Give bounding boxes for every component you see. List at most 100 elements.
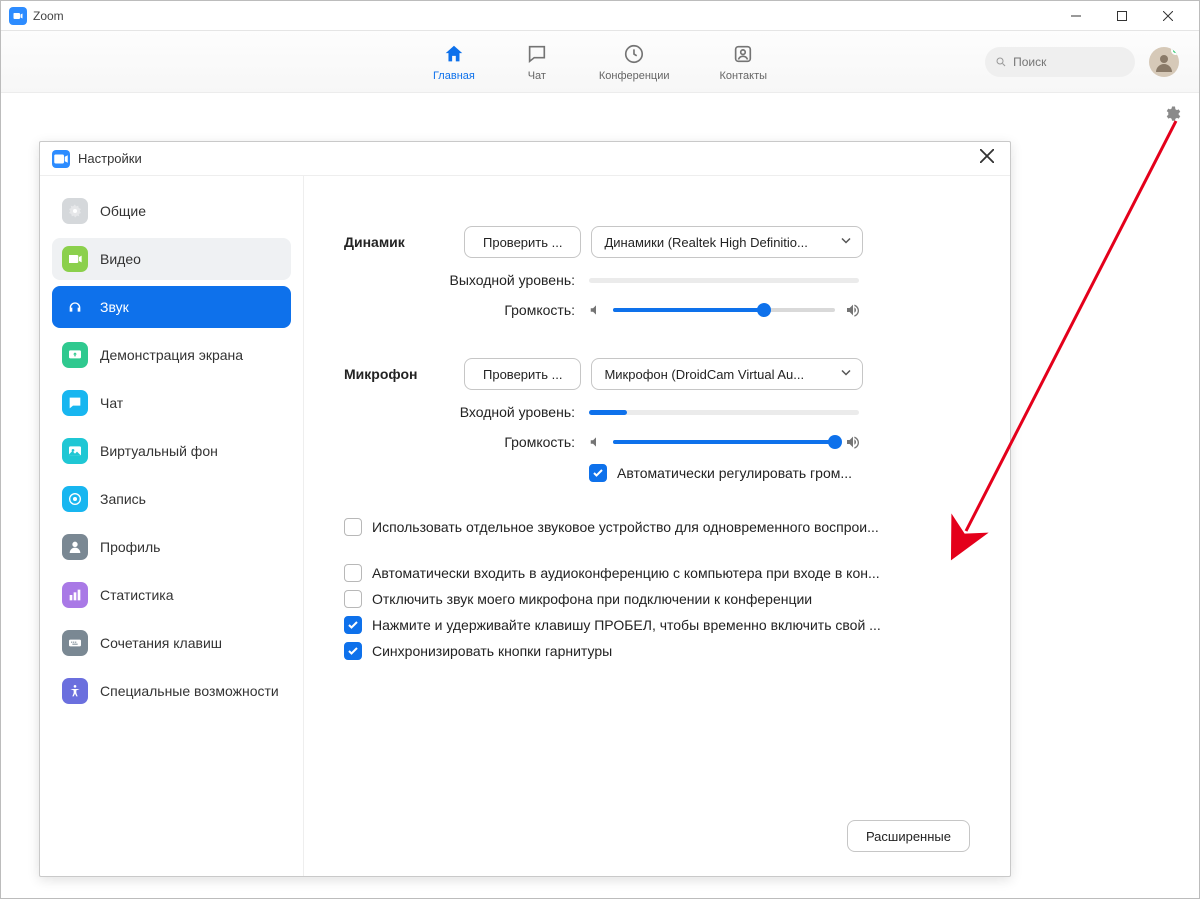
clock-icon <box>622 42 646 66</box>
option-checkbox[interactable] <box>344 590 362 608</box>
sidebar-item-label: Специальные возможности <box>100 683 279 699</box>
sidebar-item-share[interactable]: Демонстрация экрана <box>52 334 291 376</box>
advanced-button[interactable]: Расширенные <box>847 820 970 852</box>
titlebar: Zoom <box>1 1 1199 31</box>
sidebar-item-label: Демонстрация экрана <box>100 347 243 363</box>
mic-volume-slider[interactable] <box>589 434 861 450</box>
settings-gear-button[interactable] <box>1163 105 1181 128</box>
nav-contact[interactable]: Контакты <box>720 42 768 82</box>
sidebar-item-stats[interactable]: Статистика <box>52 574 291 616</box>
volume-high-icon <box>845 302 861 318</box>
option-row: Отключить звук моего микрофона при подкл… <box>344 590 970 608</box>
profile-icon <box>62 534 88 560</box>
sidebar-item-video[interactable]: Видео <box>52 238 291 280</box>
video-icon <box>62 246 88 272</box>
zoom-logo-icon <box>9 7 27 25</box>
settings-close-button[interactable] <box>976 145 998 172</box>
nav-label: Конференции <box>599 70 670 82</box>
headphones-icon <box>62 294 88 320</box>
maximize-button[interactable] <box>1099 1 1145 31</box>
option-row: Нажмите и удерживайте клавишу ПРОБЕЛ, чт… <box>344 616 970 634</box>
option-checkbox[interactable] <box>344 642 362 660</box>
mic-label: Микрофон <box>344 366 464 382</box>
speaker-device-value: Динамики (Realtek High Definitio... <box>604 235 807 250</box>
option-checkbox[interactable] <box>344 564 362 582</box>
option-row: Использовать отдельное звуковое устройст… <box>344 518 970 536</box>
sidebar-item-label: Видео <box>100 251 141 267</box>
keyboard-icon <box>62 630 88 656</box>
record-icon <box>62 486 88 512</box>
sidebar-item-keyboard[interactable]: Сочетания клавиш <box>52 622 291 664</box>
sidebar-item-headphones[interactable]: Звук <box>52 286 291 328</box>
topbar: Главная Чат Конференции Контакты <box>1 31 1199 93</box>
option-label: Автоматически входить в аудиоконференцию… <box>372 565 880 581</box>
speaker-volume-slider[interactable] <box>589 302 861 318</box>
nav-clock[interactable]: Конференции <box>599 42 670 82</box>
mic-input-level <box>589 410 859 415</box>
gear-icon <box>62 198 88 224</box>
chevron-down-icon <box>840 235 852 250</box>
speaker-output-level <box>589 278 859 283</box>
sidebar-item-access[interactable]: Специальные возможности <box>52 670 291 712</box>
chevron-down-icon <box>840 367 852 382</box>
sidebar-item-vbg[interactable]: Виртуальный фон <box>52 430 291 472</box>
minimize-button[interactable] <box>1053 1 1099 31</box>
sidebar-item-label: Профиль <box>100 539 160 555</box>
sidebar-item-profile[interactable]: Профиль <box>52 526 291 568</box>
search-input[interactable] <box>1013 55 1125 69</box>
mic-device-value: Микрофон (DroidCam Virtual Au... <box>604 367 804 382</box>
speaker-test-button[interactable]: Проверить ... <box>464 226 581 258</box>
sidebar-item-label: Звук <box>100 299 129 315</box>
contact-icon <box>731 42 755 66</box>
speaker-device-select[interactable]: Динамики (Realtek High Definitio... <box>591 226 863 258</box>
speaker-label: Динамик <box>344 234 464 250</box>
sidebar-item-label: Запись <box>100 491 146 507</box>
mic-auto-adjust-checkbox[interactable] <box>589 464 607 482</box>
mic-volume-label: Громкость: <box>344 434 589 450</box>
presence-dot-icon <box>1171 47 1179 55</box>
zoom-logo-icon <box>52 150 70 168</box>
option-label: Нажмите и удерживайте клавишу ПРОБЕЛ, чт… <box>372 617 881 633</box>
option-label: Отключить звук моего микрофона при подкл… <box>372 591 812 607</box>
vbg-icon <box>62 438 88 464</box>
chat2-icon <box>62 390 88 416</box>
access-icon <box>62 678 88 704</box>
close-button[interactable] <box>1145 1 1191 31</box>
settings-sidebar: Общие Видео Звук Демонстрация экрана Чат Вирт… <box>40 176 304 876</box>
settings-content: Динамик Проверить ... Динамики (Realtek … <box>304 176 1010 876</box>
stats-icon <box>62 582 88 608</box>
option-checkbox[interactable] <box>344 518 362 536</box>
sidebar-item-gear[interactable]: Общие <box>52 190 291 232</box>
speaker-volume-label: Громкость: <box>344 302 589 318</box>
option-checkbox[interactable] <box>344 616 362 634</box>
option-label: Синхронизировать кнопки гарнитуры <box>372 643 612 659</box>
mic-device-select[interactable]: Микрофон (DroidCam Virtual Au... <box>591 358 863 390</box>
settings-window: Настройки Общие Видео Звук Демонстрация экр… <box>39 141 1011 877</box>
sidebar-item-record[interactable]: Запись <box>52 478 291 520</box>
speaker-output-level-label: Выходной уровень: <box>344 272 589 288</box>
volume-low-icon <box>589 435 603 449</box>
nav-label: Главная <box>433 70 475 82</box>
mic-input-level-label: Входной уровень: <box>344 404 589 420</box>
option-row: Автоматически входить в аудиоконференцию… <box>344 564 970 582</box>
settings-title: Настройки <box>78 151 142 166</box>
option-row: Синхронизировать кнопки гарнитуры <box>344 642 970 660</box>
avatar[interactable] <box>1149 47 1179 77</box>
nav-label: Чат <box>528 70 546 82</box>
window-title: Zoom <box>33 9 64 23</box>
option-label: Использовать отдельное звуковое устройст… <box>372 519 879 535</box>
sidebar-item-label: Общие <box>100 203 146 219</box>
sidebar-item-chat2[interactable]: Чат <box>52 382 291 424</box>
search-box[interactable] <box>985 47 1135 77</box>
volume-low-icon <box>589 303 603 317</box>
sidebar-item-label: Чат <box>100 395 123 411</box>
sidebar-item-label: Сочетания клавиш <box>100 635 222 651</box>
share-icon <box>62 342 88 368</box>
sidebar-item-label: Статистика <box>100 587 174 603</box>
nav-home[interactable]: Главная <box>433 42 475 82</box>
close-icon <box>980 149 994 163</box>
window-controls <box>1053 1 1191 31</box>
mic-test-button[interactable]: Проверить ... <box>464 358 581 390</box>
nav-chat[interactable]: Чат <box>525 42 549 82</box>
home-icon <box>442 42 466 66</box>
